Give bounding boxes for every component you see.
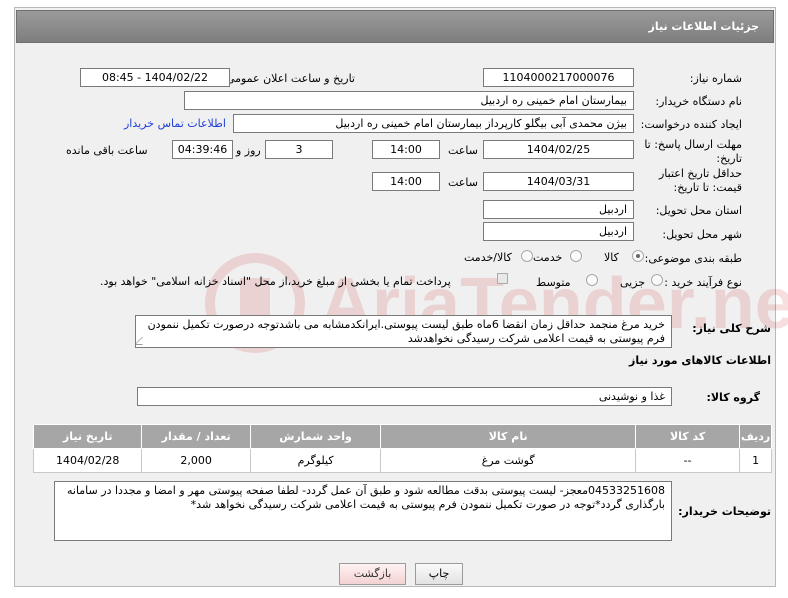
- cell-row-number: 1: [739, 448, 772, 473]
- process-partial-radio[interactable]: [651, 274, 663, 286]
- cell-unit: کیلوگرم: [249, 448, 382, 473]
- goods-group-field: غذا و نوشیدنی: [137, 387, 672, 406]
- category-service-label: خدمت: [533, 251, 563, 264]
- buyer-org-field: بیمارستان امام خمینی ره اردبیل: [184, 91, 634, 110]
- category-goods-label: کالا: [604, 251, 619, 264]
- panel-header: جزئیات اطلاعات نیاز: [16, 10, 774, 43]
- resize-grip-icon[interactable]: [136, 337, 150, 345]
- reply-deadline-label: مهلت ارسال پاسخ: تا تاریخ:: [644, 138, 742, 165]
- need-number-label: شماره نیاز:: [689, 72, 742, 85]
- cell-quantity: 2,000: [141, 448, 251, 473]
- reply-remaining-field: 04:39:46: [172, 140, 233, 159]
- category-service-radio[interactable]: [570, 250, 582, 262]
- goods-info-title: اطلاعات کالاهای مورد نیاز: [629, 354, 771, 367]
- category-goods-service-radio[interactable]: [521, 250, 533, 262]
- goods-table: ردیف کد کالا نام کالا واحد شمارش تعداد /…: [32, 424, 772, 473]
- validity-date-field: 1404/03/31: [483, 172, 634, 191]
- price-validity-label: حداقل تاریخ اعتبار قیمت: تا تاریخ:: [658, 167, 742, 194]
- table-row[interactable]: 1 -- گوشت مرغ کیلوگرم 2,000 1404/02/28: [32, 448, 772, 473]
- delivery-province-field: اردبیل: [483, 200, 634, 219]
- print-button[interactable]: چاپ: [415, 563, 463, 585]
- reply-time-label: ساعت: [448, 144, 478, 157]
- validity-time-label: ساعت: [448, 176, 478, 189]
- buyer-notes-text: 04533251608معجز- لیست پیوستی بدقت مطالعه…: [66, 484, 665, 511]
- description-textarea[interactable]: خرید مرغ منجمد حداقل زمان انقضا 6ماه طبق…: [135, 315, 672, 348]
- col-header-quantity: تعداد / مقدار: [141, 424, 251, 449]
- process-type-label: نوع فرآیند خرید :: [664, 276, 742, 289]
- goods-group-label: گروه کالا:: [706, 391, 760, 404]
- announce-datetime-label: تاریخ و ساعت اعلان عمومی:: [222, 72, 355, 85]
- delivery-city-label: شهر محل تحویل:: [662, 228, 742, 241]
- need-number-field: 1104000217000076: [483, 68, 634, 87]
- description-label: شرح کلی نیاز:: [692, 322, 771, 335]
- panel-title: جزئیات اطلاعات نیاز: [648, 20, 760, 33]
- process-partial-label: جزیی: [620, 276, 646, 289]
- remaining-label: ساعت باقی مانده: [66, 144, 148, 157]
- payment-note: پرداخت تمام یا بخشی از مبلغ خرید،از محل …: [100, 275, 451, 288]
- cell-name: گوشت مرغ: [380, 448, 637, 473]
- requester-label: ایجاد کننده درخواست:: [640, 118, 742, 131]
- col-header-unit: واحد شمارش: [249, 424, 382, 449]
- contact-info-link[interactable]: اطلاعات تماس خریدار: [124, 117, 226, 130]
- cell-need-date: 1404/02/28: [32, 448, 143, 473]
- reply-days-field: 3: [265, 140, 333, 159]
- day-and-label: روز و: [236, 144, 261, 157]
- delivery-province-label: استان محل تحویل:: [655, 204, 742, 217]
- category-goods-radio[interactable]: [632, 250, 644, 262]
- delivery-city-field: اردبیل: [483, 222, 634, 241]
- cell-code: --: [635, 448, 741, 473]
- description-text: خرید مرغ منجمد حداقل زمان انقضا 6ماه طبق…: [147, 318, 665, 345]
- requester-field: بیژن محمدی آبی بیگلو کارپرداز بیمارستان …: [233, 114, 634, 133]
- category-goods-service-label: کالا/خدمت: [464, 251, 512, 264]
- treasury-payment-checkbox[interactable]: [497, 273, 508, 284]
- back-button[interactable]: بازگشت: [339, 563, 406, 585]
- validity-time-field: 14:00: [372, 172, 440, 191]
- reply-time-field: 14:00: [372, 140, 440, 159]
- col-header-need-date: تاریخ نیاز: [32, 424, 143, 449]
- buyer-notes-textarea[interactable]: 04533251608معجز- لیست پیوستی بدقت مطالعه…: [54, 481, 672, 541]
- process-medium-label: متوسط: [536, 276, 571, 289]
- buyer-notes-label: توضیحات خریدار:: [678, 505, 771, 518]
- col-header-row: ردیف: [739, 424, 772, 449]
- category-label: طبقه بندی موضوعی:: [644, 252, 742, 265]
- process-medium-radio[interactable]: [586, 274, 598, 286]
- col-header-code: کد کالا: [635, 424, 741, 449]
- buyer-org-label: نام دستگاه خریدار:: [655, 95, 742, 108]
- announce-datetime-field: 1404/02/22 - 08:45: [80, 68, 230, 87]
- reply-date-field: 1404/02/25: [483, 140, 634, 159]
- col-header-name: نام کالا: [380, 424, 637, 449]
